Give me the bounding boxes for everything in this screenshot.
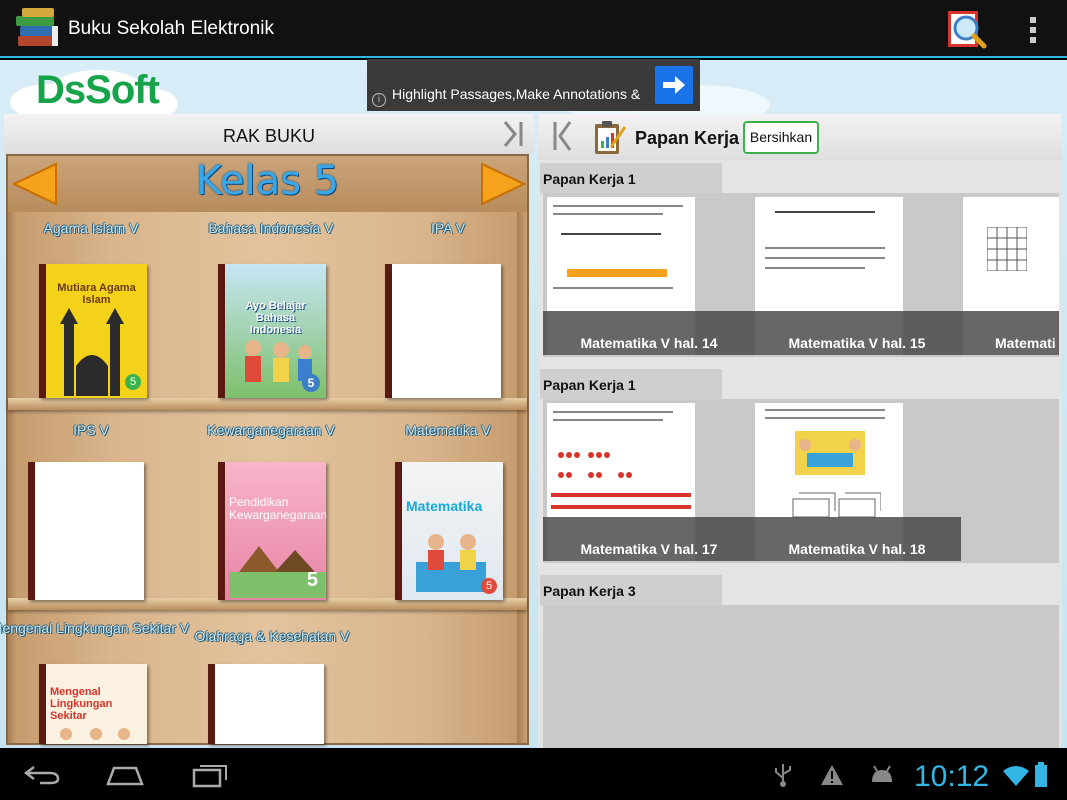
bookshelf-title: RAK BUKU [222,126,316,146]
usb-icon [775,764,791,787]
ad-banner[interactable]: i Highlight Passages,Make Annotations & [367,59,700,111]
mosque-illustration [60,308,124,396]
clear-button[interactable]: Bersihkan [743,121,819,154]
grid-figure [987,227,1027,271]
workspace-board-label: Papan Kerja 1 [540,163,722,193]
page-caption: Matematika V hal. 17 [580,541,718,557]
book-cover-blank [385,264,501,398]
overflow-menu-icon[interactable] [1018,14,1048,46]
back-icon[interactable] [22,764,62,786]
clipboard-icon [595,121,627,154]
dssoft-logo[interactable]: DsSoft [36,68,160,113]
people-illustration [60,728,130,740]
wifi-icon [1003,766,1029,786]
book-label: IPS V [73,422,109,438]
action-bar: Buku Sekolah Elektronik [0,0,1067,58]
book-label: Matematika V [405,422,491,438]
cover-title: Matematika [406,498,483,514]
warning-icon [821,765,843,785]
book-cover-blank [208,664,324,744]
logo-text-blue: Soft [85,68,160,112]
book-cover: Mengenal Lingkungan Sekitar [39,664,147,744]
search-document-icon[interactable] [944,8,990,50]
book-cover-blank [28,462,144,600]
book-label: Kewarganegaraan V [207,422,335,438]
workspace-board-strip[interactable]: Matematika V hal. 17 Matematika V hal. 1… [543,399,1059,563]
cover-subtitle: Ayo Belajar [245,300,306,312]
ad-text: Highlight Passages,Make Annotations & [392,86,641,102]
shelf-side-right [517,212,527,743]
collapse-panel-icon[interactable] [501,120,527,148]
book-label: Olahraga & Kesehatan V [194,628,350,644]
book-cover: Pendidikan Kewarganegaraan 5 [218,462,326,600]
page-caption: Matematika V hal. 18 [788,541,926,557]
workspace-board-label: Papan Kerja 3 [540,575,722,605]
book-label: Bahasa Indonesia V [208,220,334,236]
page-caption: Matemati [995,335,1056,351]
ad-arrow-icon[interactable] [655,66,693,104]
workspace-board-strip[interactable]: Matematika V hal. 14 Matematika V hal. 1… [543,193,1059,357]
cover-title: Mengenal Lingkungan Sekitar [50,686,113,722]
page-caption: Matematika V hal. 14 [580,335,718,351]
grade-badge: 5 [481,578,497,594]
home-icon[interactable] [104,762,146,788]
children-counting-figure [795,431,865,475]
book-label: Mengenal Lingkungan Sekitar V [0,620,190,636]
app-title: Buku Sekolah Elektronik [68,18,274,39]
ad-info-icon[interactable]: i [372,93,386,107]
book-label: Agama Islam V [43,220,139,236]
workspace-board-strip-empty[interactable] [543,605,1059,748]
recent-apps-icon[interactable] [190,762,230,788]
bookshelf: Kelas 5 Agama Islam V Mutiara Agama Isla… [0,154,529,745]
page-caption: Matematika V hal. 15 [788,335,926,351]
book-cover: Matematika 5 [395,462,503,600]
cover-title: Mutiara Agama Islam [57,282,136,306]
workspace-board-label: Papan Kerja 1 [540,369,722,399]
logo-text-green: Ds [36,68,86,112]
grade-title: Kelas 5 [195,158,340,204]
app-screen: Buku Sekolah Elektronik DsSoft i Highlig… [0,0,1067,800]
cube-blocks-figure [792,492,881,518]
shelf-side-left [8,212,18,743]
cover-title: Pendidikan Kewarganegaraan [229,495,326,522]
books-app-icon[interactable] [14,6,62,52]
shelf-board [8,398,527,410]
book-cover: Ayo Belajar Bahasa Indonesia 5 [218,264,326,398]
grade-badge: 5 [306,569,318,591]
book-cover: Mutiara Agama Islam 5 [39,264,147,398]
android-debug-icon [872,765,892,782]
grade-badge: 5 [302,374,320,392]
grade-badge: 5 [125,374,141,390]
beads-figure [551,452,691,509]
expand-panel-icon[interactable] [552,120,572,152]
workspace-title: Papan Kerja [635,128,740,148]
bookshelf-header: RAK BUKU [4,114,534,154]
system-navigation-bar [0,748,1067,800]
next-grade-arrow-icon[interactable] [478,158,528,210]
status-clock: 10:12 [914,760,990,793]
book-label: IPA V [431,220,465,236]
battery-icon [1035,762,1047,787]
grade-selector: Kelas 5 [8,156,527,212]
